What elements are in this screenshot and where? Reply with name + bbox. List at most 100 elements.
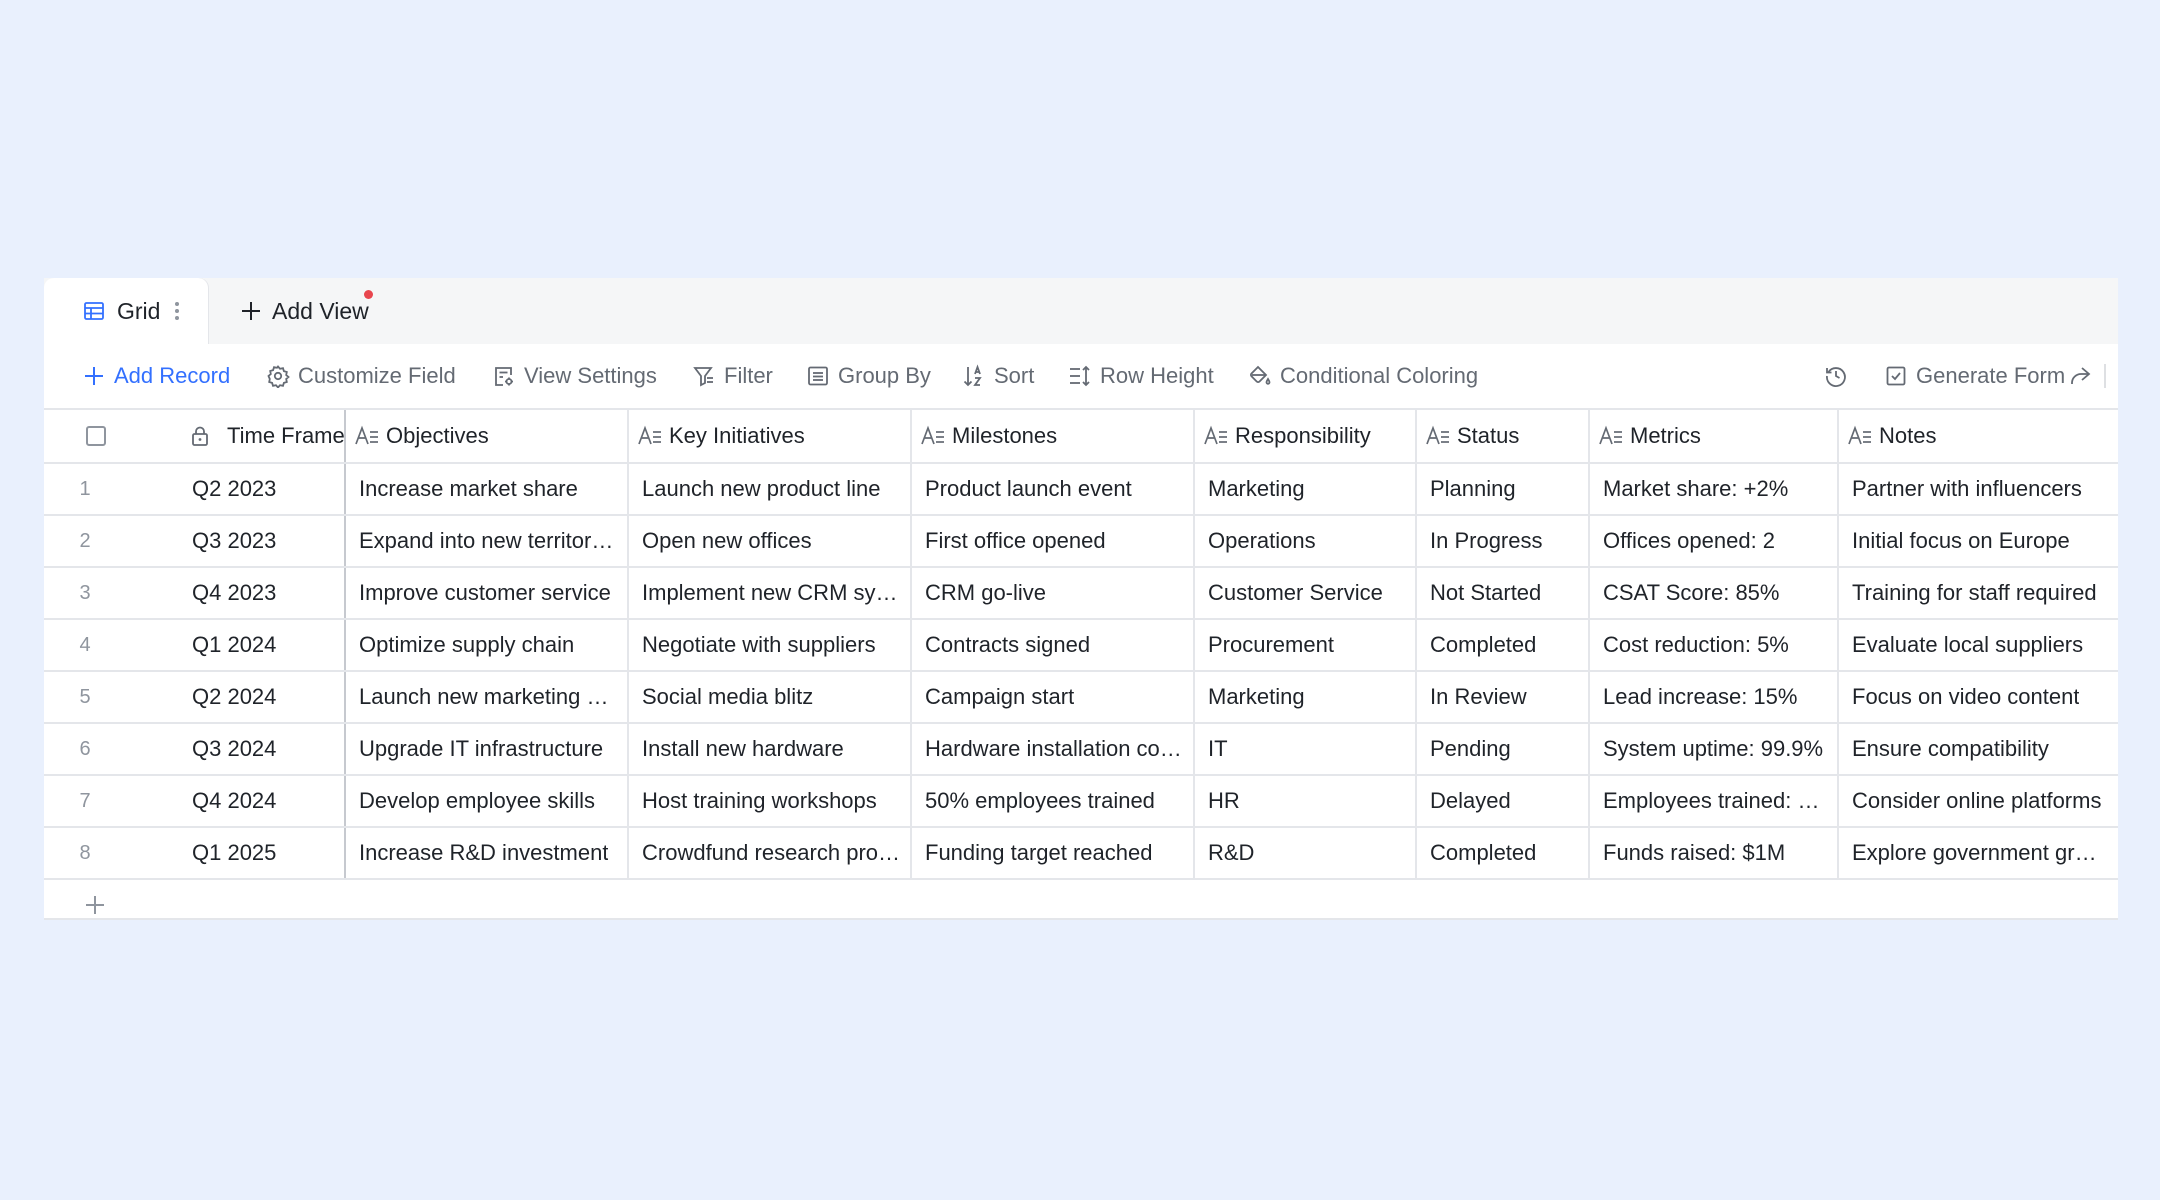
cell-key-initiatives[interactable]: Implement new CRM system <box>627 568 911 618</box>
cell-metrics[interactable]: Offices opened: 2 <box>1588 516 1837 566</box>
tab-grid[interactable]: Grid <box>44 278 208 344</box>
cell-status[interactable]: Not Started <box>1415 568 1588 618</box>
table-row[interactable]: 7 Q4 2024 Develop employee skills Host trai… <box>44 776 2118 828</box>
cell-metrics[interactable]: CSAT Score: 85% <box>1588 568 1837 618</box>
cell-notes[interactable]: Initial focus on Europe <box>1837 516 2118 566</box>
cell-notes[interactable]: Partner with influencers <box>1837 464 2118 514</box>
cell-objectives[interactable]: Increase R&D investment <box>344 828 628 878</box>
add-record-button[interactable]: Add Record <box>82 344 230 408</box>
column-header-metrics[interactable]: Metrics <box>1588 410 1837 462</box>
cell-key-initiatives[interactable]: Negotiate with suppliers <box>627 620 911 670</box>
generate-form-button[interactable]: Generate Form <box>1884 344 2065 408</box>
cell-notes[interactable]: Explore government grants <box>1837 828 2118 878</box>
table-row[interactable]: 4 Q1 2024 Optimize supply chain Negotiate w… <box>44 620 2118 672</box>
cell-status[interactable]: Completed <box>1415 620 1588 670</box>
cell-time-frame[interactable]: Q3 2024 <box>140 724 344 774</box>
cell-status[interactable]: Planning <box>1415 464 1588 514</box>
cell-notes[interactable]: Training for staff required <box>1837 568 2118 618</box>
cell-responsibility[interactable]: Operations <box>1193 516 1415 566</box>
cell-metrics[interactable]: Employees trained: 50% <box>1588 776 1837 826</box>
cell-responsibility[interactable]: HR <box>1193 776 1415 826</box>
cell-status[interactable]: In Review <box>1415 672 1588 722</box>
history-button[interactable] <box>1824 344 1856 408</box>
cell-key-initiatives[interactable]: Install new hardware <box>627 724 911 774</box>
table-row[interactable]: 5 Q2 2024 Launch new marketing campaign Soc… <box>44 672 2118 724</box>
history-icon <box>1826 367 1846 387</box>
cell-notes[interactable]: Evaluate local suppliers <box>1837 620 2118 670</box>
cell-milestones[interactable]: 50% employees trained <box>910 776 1194 826</box>
cell-metrics[interactable]: Funds raised: $1M <box>1588 828 1837 878</box>
table-row[interactable]: 8 Q1 2025 Increase R&D investment Crowdfund… <box>44 828 2118 880</box>
filter-button[interactable]: Filter <box>692 344 773 408</box>
cell-metrics[interactable]: System uptime: 99.9% <box>1588 724 1837 774</box>
add-view-button[interactable]: Add View <box>240 278 373 344</box>
cell-responsibility[interactable]: Marketing <box>1193 672 1415 722</box>
cell-objectives[interactable]: Launch new marketing campaign <box>344 672 628 722</box>
cell-objectives[interactable]: Develop employee skills <box>344 776 628 826</box>
view-settings-button[interactable]: View Settings <box>492 344 657 408</box>
cell-text: IT <box>1208 736 1228 761</box>
cell-objectives[interactable]: Expand into new territories <box>344 516 628 566</box>
cell-metrics[interactable]: Cost reduction: 5% <box>1588 620 1837 670</box>
cell-time-frame[interactable]: Q1 2025 <box>140 828 344 878</box>
cell-time-frame[interactable]: Q4 2024 <box>140 776 344 826</box>
column-header-key-initiatives[interactable]: Key Initiatives <box>627 410 911 462</box>
cell-milestones[interactable]: Hardware installation complete <box>910 724 1194 774</box>
customize-field-button[interactable]: Customize Field <box>266 344 456 408</box>
column-header-milestones[interactable]: Milestones <box>910 410 1194 462</box>
cell-milestones[interactable]: Contracts signed <box>910 620 1194 670</box>
cell-time-frame[interactable]: Q1 2024 <box>140 620 344 670</box>
row-height-button[interactable]: Row Height <box>1068 344 1214 408</box>
cell-metrics[interactable]: Lead increase: 15% <box>1588 672 1837 722</box>
conditional-coloring-button[interactable]: Conditional Coloring <box>1248 344 1478 408</box>
cell-key-initiatives[interactable]: Host training workshops <box>627 776 911 826</box>
cell-objectives[interactable]: Optimize supply chain <box>344 620 628 670</box>
cell-text: Initial focus on Europe <box>1852 528 2070 553</box>
cell-responsibility[interactable]: Procurement <box>1193 620 1415 670</box>
cell-key-initiatives[interactable]: Open new offices <box>627 516 911 566</box>
cell-notes[interactable]: Consider online platforms <box>1837 776 2118 826</box>
cell-notes[interactable]: Focus on video content <box>1837 672 2118 722</box>
select-all-checkbox[interactable] <box>86 426 106 446</box>
table-row[interactable]: 3 Q4 2023 Improve customer service Implemen… <box>44 568 2118 620</box>
paint-bucket-icon <box>1250 365 1271 385</box>
cell-time-frame[interactable]: Q2 2024 <box>140 672 344 722</box>
cell-responsibility[interactable]: IT <box>1193 724 1415 774</box>
cell-milestones[interactable]: Campaign start <box>910 672 1194 722</box>
column-header-responsibility[interactable]: Responsibility <box>1193 410 1415 462</box>
cell-milestones[interactable]: CRM go-live <box>910 568 1194 618</box>
cell-key-initiatives[interactable]: Social media blitz <box>627 672 911 722</box>
more-vertical-icon[interactable] <box>172 298 182 324</box>
cell-responsibility[interactable]: R&D <box>1193 828 1415 878</box>
cell-objectives[interactable]: Increase market share <box>344 464 628 514</box>
column-header-notes[interactable]: Notes <box>1837 410 2118 462</box>
group-by-button[interactable]: Group By <box>806 344 931 408</box>
cell-responsibility[interactable]: Marketing <box>1193 464 1415 514</box>
cell-milestones[interactable]: Product launch event <box>910 464 1194 514</box>
cell-milestones[interactable]: Funding target reached <box>910 828 1194 878</box>
cell-status[interactable]: Completed <box>1415 828 1588 878</box>
share-button[interactable] <box>2068 344 2100 408</box>
cell-notes[interactable]: Ensure compatibility <box>1837 724 2118 774</box>
cell-time-frame[interactable]: Q3 2023 <box>140 516 344 566</box>
table-row[interactable]: 1 Q2 2023 Increase market share Launch new … <box>44 464 2118 516</box>
cell-objectives[interactable]: Improve customer service <box>344 568 628 618</box>
sort-button[interactable]: Sort <box>962 344 1034 408</box>
cell-status[interactable]: In Progress <box>1415 516 1588 566</box>
column-header-status[interactable]: Status <box>1415 410 1588 462</box>
cell-metrics[interactable]: Market share: +2% <box>1588 464 1837 514</box>
cell-text: Q3 2024 <box>192 736 277 761</box>
column-header-objectives[interactable]: Objectives <box>344 410 628 462</box>
cell-status[interactable]: Delayed <box>1415 776 1588 826</box>
table-row[interactable]: 6 Q3 2024 Upgrade IT infrastructure Install… <box>44 724 2118 776</box>
cell-responsibility[interactable]: Customer Service <box>1193 568 1415 618</box>
cell-milestones[interactable]: First office opened <box>910 516 1194 566</box>
cell-status[interactable]: Pending <box>1415 724 1588 774</box>
cell-time-frame[interactable]: Q2 2023 <box>140 464 344 514</box>
cell-key-initiatives[interactable]: Launch new product line <box>627 464 911 514</box>
cell-key-initiatives[interactable]: Crowdfund research projects <box>627 828 911 878</box>
cell-time-frame[interactable]: Q4 2023 <box>140 568 344 618</box>
table-row[interactable]: 2 Q3 2023 Expand into new territories Open … <box>44 516 2118 568</box>
add-row-button[interactable] <box>44 880 2118 930</box>
cell-objectives[interactable]: Upgrade IT infrastructure <box>344 724 628 774</box>
